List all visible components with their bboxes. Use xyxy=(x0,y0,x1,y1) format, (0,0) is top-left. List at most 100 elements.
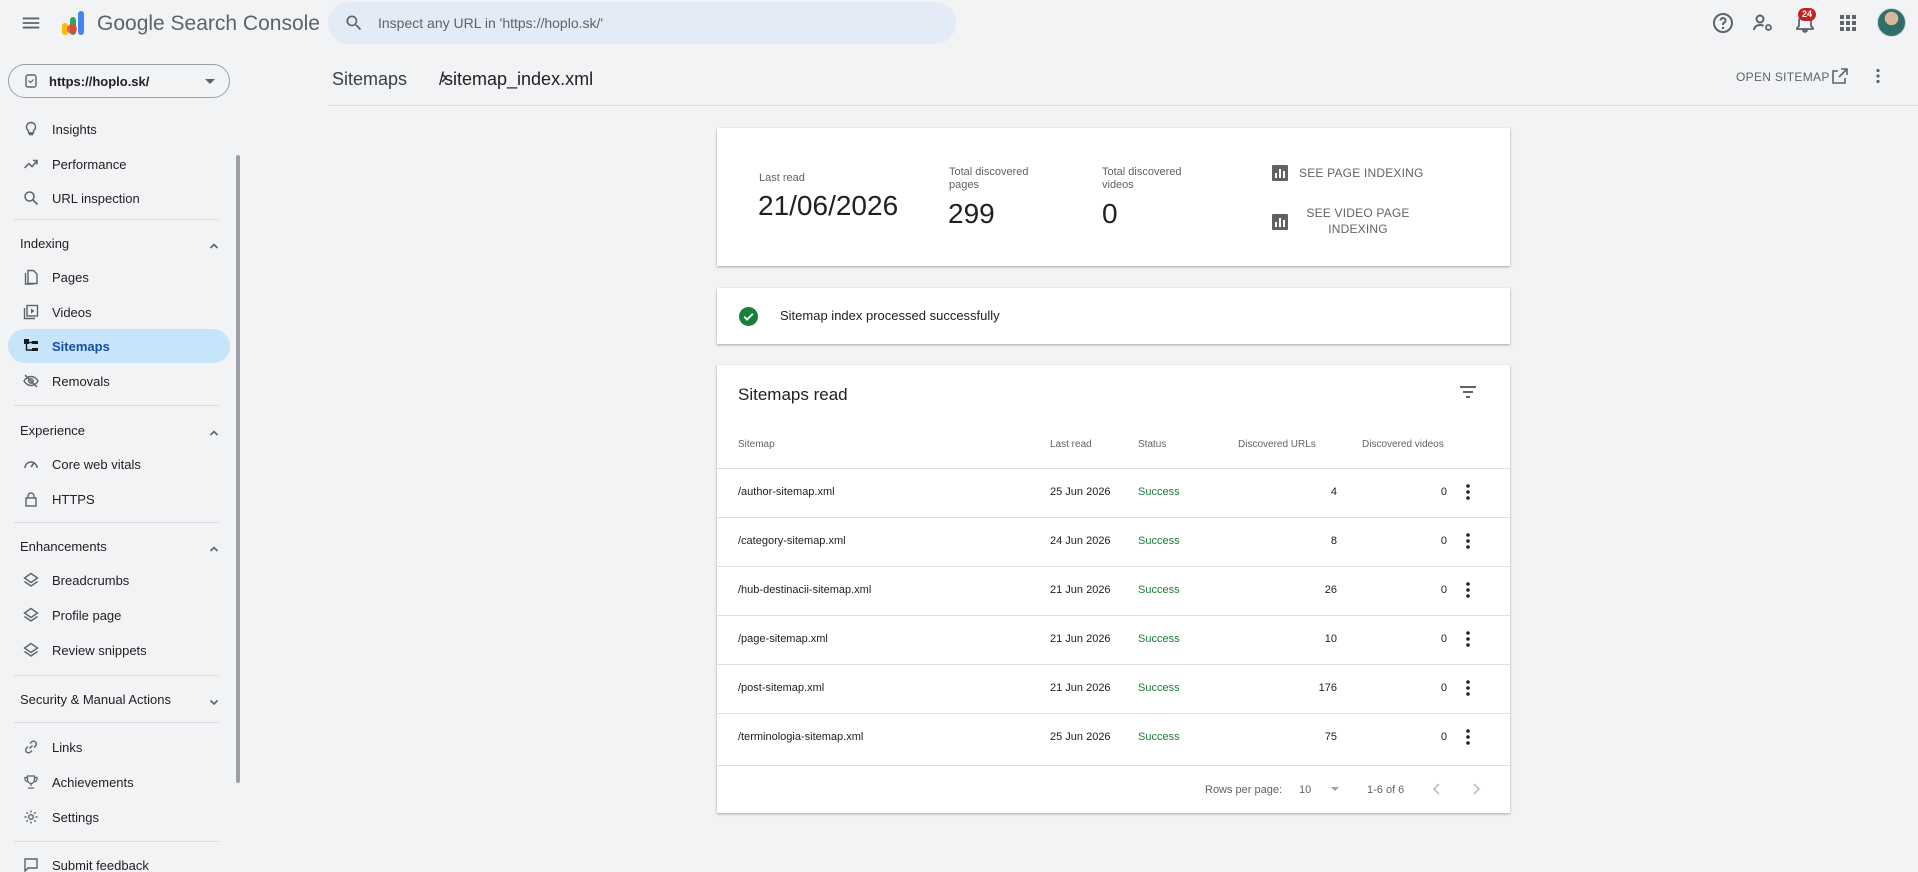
sidebar-item-profile-page[interactable]: Profile page xyxy=(8,598,230,632)
sidebar-item-submit-feedback[interactable]: Submit feedback xyxy=(8,848,230,872)
section-indexing[interactable]: Indexing xyxy=(20,236,220,258)
section-enhancements[interactable]: Enhancements xyxy=(20,539,220,561)
sidebar-item-label: HTTPS xyxy=(52,492,95,507)
cell-last-read: 21 Jun 2026 xyxy=(1050,682,1111,694)
table-row[interactable]: /terminologia-sitemap.xml 25 Jun 2026 Su… xyxy=(717,713,1510,762)
chevron-up-icon xyxy=(209,430,219,436)
cell-sitemap: /post-sitemap.xml xyxy=(738,682,825,694)
cell-status: Success xyxy=(1138,584,1180,596)
table-row[interactable]: /author-sitemap.xml 25 Jun 2026 Success … xyxy=(717,468,1510,517)
pagination-range: 1-6 of 6 xyxy=(1367,784,1405,796)
sidebar-item-label: Insights xyxy=(52,122,97,137)
sidebar-item-links[interactable]: Links xyxy=(8,730,230,764)
last-read-value: 21/06/2026 xyxy=(758,190,899,221)
sidebar-item-review-snippets[interactable]: Review snippets xyxy=(8,633,230,667)
cell-discovered-videos: 0 xyxy=(1440,535,1447,547)
search-icon xyxy=(24,191,39,206)
search-icon xyxy=(346,15,362,31)
more-vert-icon[interactable] xyxy=(1869,67,1887,85)
sidebar-item-performance[interactable]: Performance xyxy=(8,147,230,181)
sidebar-item-settings[interactable]: Settings xyxy=(8,800,230,834)
cell-last-read: 21 Jun 2026 xyxy=(1050,584,1111,596)
filter-icon[interactable] xyxy=(1457,381,1479,403)
check-circle-icon xyxy=(739,307,758,326)
open-in-new-icon[interactable] xyxy=(1831,67,1849,85)
manage-users-icon[interactable] xyxy=(1751,11,1775,35)
sidebar-item-insights[interactable]: Insights xyxy=(8,112,230,146)
sidebar-item-sitemaps[interactable]: Sitemaps xyxy=(8,329,230,363)
property-selector[interactable]: https://hoplo.sk/ xyxy=(8,64,230,98)
sidebar-item-label: Core web vitals xyxy=(52,457,141,472)
sidebar-item-removals[interactable]: Removals xyxy=(8,364,230,398)
sidebar-item-videos[interactable]: Videos xyxy=(8,295,230,329)
see-video-page-indexing-button[interactable]: SEE VIDEO PAGE INDEXING xyxy=(1305,205,1411,237)
speed-icon xyxy=(24,461,38,469)
account-avatar[interactable] xyxy=(1877,8,1906,37)
divider xyxy=(14,675,219,676)
cell-discovered-urls: 75 xyxy=(1324,731,1337,743)
cell-sitemap: /hub-destinacii-sitemap.xml xyxy=(738,584,872,596)
menu-icon[interactable] xyxy=(20,12,42,34)
cell-discovered-urls: 4 xyxy=(1330,486,1337,498)
more-vert-icon[interactable] xyxy=(1458,580,1478,600)
section-security-manual-actions[interactable]: Security & Manual Actions xyxy=(20,692,220,714)
trending-up-icon xyxy=(23,159,38,169)
help-icon[interactable] xyxy=(1711,11,1735,35)
lightbulb-icon xyxy=(25,121,37,136)
rows-per-page-value: 10 xyxy=(1299,784,1312,796)
column-header-discovered-videos[interactable]: Discovered videos xyxy=(1362,439,1444,450)
sidebar-item-label: Removals xyxy=(52,374,110,389)
more-vert-icon[interactable] xyxy=(1458,531,1478,551)
chevron-left-icon[interactable] xyxy=(1428,780,1446,798)
table-row[interactable]: /post-sitemap.xml 21 Jun 2026 Success 17… xyxy=(717,664,1510,713)
notification-badge: 24 xyxy=(1798,8,1817,21)
sidebar-item-pages[interactable]: Pages xyxy=(8,260,230,294)
search-input[interactable] xyxy=(378,15,918,31)
chevron-down-icon xyxy=(1331,787,1339,791)
breadcrumb-sitemaps[interactable]: Sitemaps xyxy=(332,69,407,90)
cell-discovered-videos: 0 xyxy=(1440,486,1447,498)
cell-status: Success xyxy=(1138,535,1180,547)
more-vert-icon[interactable] xyxy=(1458,629,1478,649)
divider xyxy=(14,405,219,406)
chevron-up-icon xyxy=(209,243,219,249)
table-row[interactable]: /page-sitemap.xml 21 Jun 2026 Success 10… xyxy=(717,615,1510,664)
sidebar-item-url-inspection[interactable]: URL inspection xyxy=(8,181,230,215)
more-vert-icon[interactable] xyxy=(1458,727,1478,747)
sidebar-scrollbar[interactable] xyxy=(236,155,240,783)
chevron-down-icon xyxy=(209,699,219,706)
more-vert-icon[interactable] xyxy=(1458,482,1478,502)
cell-sitemap: /terminologia-sitemap.xml xyxy=(738,731,864,743)
see-page-indexing-button[interactable]: SEE PAGE INDEXING xyxy=(1299,165,1424,181)
url-inspection-search[interactable] xyxy=(328,2,956,44)
sidebar-item-achievements[interactable]: Achievements xyxy=(8,765,230,799)
column-header-last-read[interactable]: Last read xyxy=(1050,439,1092,450)
cell-discovered-videos: 0 xyxy=(1440,682,1447,694)
link-icon xyxy=(24,740,38,754)
cell-last-read: 25 Jun 2026 xyxy=(1050,486,1111,498)
apps-grid-icon[interactable] xyxy=(1836,11,1860,35)
column-header-discovered-urls[interactable]: Discovered URLs xyxy=(1238,439,1316,450)
status-message: Sitemap index processed successfully xyxy=(780,308,1000,323)
column-header-status[interactable]: Status xyxy=(1138,439,1166,450)
chevron-down-icon xyxy=(205,79,215,84)
page-header: Sitemaps /sitemap_index.xml OPEN SITEMAP xyxy=(328,52,1918,106)
sidebar-item-label: Settings xyxy=(52,810,99,825)
layers-icon xyxy=(23,607,39,622)
section-label: Enhancements xyxy=(20,539,107,554)
chevron-right-icon[interactable] xyxy=(1467,780,1485,798)
table-row[interactable]: /category-sitemap.xml 24 Jun 2026 Succes… xyxy=(717,517,1510,566)
rows-per-page-select[interactable]: 10 xyxy=(1299,782,1339,798)
section-experience[interactable]: Experience xyxy=(20,423,220,445)
column-header-sitemap[interactable]: Sitemap xyxy=(738,439,775,450)
search-console-logo xyxy=(62,11,84,35)
table-row[interactable]: /hub-destinacii-sitemap.xml 21 Jun 2026 … xyxy=(717,566,1510,615)
sidebar-item-breadcrumbs[interactable]: Breadcrumbs xyxy=(8,563,230,597)
sidebar-item-label: URL inspection xyxy=(52,191,140,206)
cell-sitemap: /page-sitemap.xml xyxy=(738,633,828,645)
sidebar-item-core-web-vitals[interactable]: Core web vitals xyxy=(8,447,230,481)
sidebar-item-https[interactable]: HTTPS xyxy=(8,482,230,516)
open-sitemap-button[interactable]: OPEN SITEMAP xyxy=(1736,70,1830,84)
divider xyxy=(14,522,219,523)
more-vert-icon[interactable] xyxy=(1458,678,1478,698)
